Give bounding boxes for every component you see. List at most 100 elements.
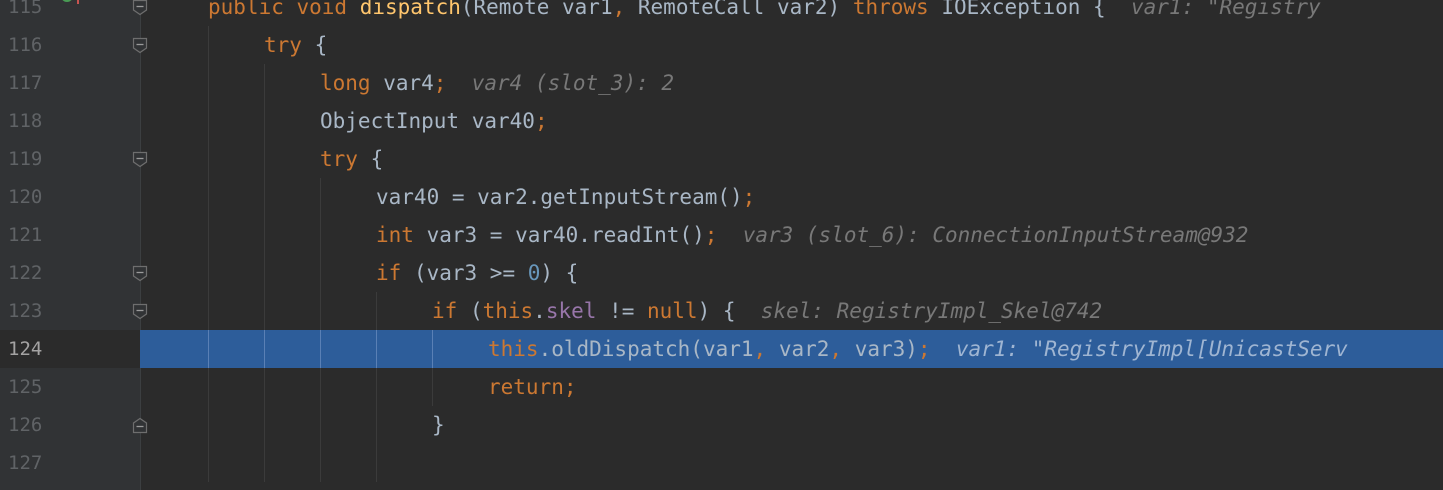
gutter-cell[interactable]: 125 xyxy=(0,368,140,406)
code-line[interactable]: 118 ObjectInput var40; xyxy=(0,102,1443,140)
code-text[interactable]: public void dispatch(Remote var1, Remote… xyxy=(152,0,1321,26)
fold-open-icon[interactable] xyxy=(132,265,148,282)
code-token: throws xyxy=(852,0,942,19)
line-number: 126 xyxy=(8,414,43,436)
gutter-cell[interactable]: 119 xyxy=(0,140,140,178)
code-line[interactable]: 123 if (this.skel != null) { skel: Regist… xyxy=(0,292,1443,330)
code-token: { xyxy=(370,147,384,171)
code-line[interactable]: 116 try { xyxy=(0,26,1443,64)
code-text[interactable]: try { xyxy=(152,26,327,64)
code-token: ; xyxy=(433,71,447,95)
code-token: ; xyxy=(704,223,718,247)
line-number: 115 xyxy=(8,0,43,18)
hint-gap xyxy=(717,223,742,247)
code-token: long xyxy=(320,71,384,95)
hint-gap xyxy=(931,337,956,361)
code-token: return xyxy=(488,375,564,399)
code-text[interactable]: long var4; var4 (slot_3): 2 xyxy=(152,64,674,102)
inline-debug-value[interactable]: var4 (slot_3): 2 xyxy=(472,71,674,95)
code-line[interactable]: 117 long var4; var4 (slot_3): 2 xyxy=(0,64,1443,102)
gutter-cell[interactable]: 123 xyxy=(0,292,140,330)
code-token: .oldDispatch(var1 xyxy=(538,337,754,361)
inline-debug-value[interactable]: var1: "RegistryImpl[UnicastServ xyxy=(956,337,1348,361)
code-token: RemoteCall var2) xyxy=(637,0,853,19)
line-number: 119 xyxy=(8,148,43,170)
line-number: 122 xyxy=(8,262,43,284)
code-text[interactable]: ObjectInput var40; xyxy=(152,102,548,140)
gutter-cell[interactable]: 118 xyxy=(0,102,140,140)
gutter-cell[interactable]: 120 xyxy=(0,178,140,216)
code-token: var3) xyxy=(854,337,918,361)
code-text[interactable]: } xyxy=(152,406,445,444)
gutter-cell[interactable]: 115 xyxy=(0,0,140,26)
inline-debug-value[interactable]: skel: RegistryImpl_Skel@742 xyxy=(761,299,1102,323)
code-token: ; xyxy=(917,337,931,361)
code-token: if xyxy=(376,261,414,285)
code-line[interactable]: 122 if (var3 >= 0) { xyxy=(0,254,1443,292)
indent-guide-selected xyxy=(320,330,321,368)
code-text[interactable]: if (this.skel != null) { skel: RegistryI… xyxy=(152,292,1102,330)
fold-open-icon[interactable] xyxy=(132,37,148,54)
code-token: ; xyxy=(534,109,548,133)
fold-open-icon[interactable] xyxy=(132,151,148,168)
indent-guide xyxy=(264,64,265,482)
code-token: ; xyxy=(742,185,756,209)
code-line[interactable]: 127 xyxy=(0,444,1443,482)
code-token: IOException { xyxy=(941,0,1106,19)
code-token: this xyxy=(488,337,539,361)
indent-guide-selected xyxy=(264,330,265,368)
code-text[interactable]: var40 = var2.getInputStream(); xyxy=(152,178,755,216)
code-text[interactable]: if (var3 >= 0) { xyxy=(152,254,578,292)
code-token: skel xyxy=(545,299,597,323)
code-line[interactable]: 119 try { xyxy=(0,140,1443,178)
code-token: var40 = var2.getInputStream() xyxy=(376,185,743,209)
inline-debug-value[interactable]: var1: "Registry xyxy=(1131,0,1321,19)
gutter-cell[interactable]: 124 xyxy=(0,330,140,368)
code-text[interactable]: int var3 = var40.readInt(); var3 (slot_6… xyxy=(152,216,1248,254)
fold-open-icon[interactable] xyxy=(132,303,148,320)
indent-guide-selected xyxy=(432,330,433,368)
code-token: . xyxy=(533,299,546,323)
inline-debug-value[interactable]: var3 (slot_6): ConnectionInputStream@932 xyxy=(743,223,1249,247)
line-number: 120 xyxy=(8,186,43,208)
code-text[interactable]: try { xyxy=(152,140,383,178)
implements-method-icon[interactable] xyxy=(60,0,80,4)
gutter-cell[interactable]: 117 xyxy=(0,64,140,102)
code-line[interactable]: 125 return; xyxy=(0,368,1443,406)
line-number: 117 xyxy=(8,72,43,94)
gutter-cell[interactable]: 127 xyxy=(0,444,140,482)
code-token: ( xyxy=(469,299,483,323)
gutter-cell[interactable]: 121 xyxy=(0,216,140,254)
gutter-cell[interactable]: 126 xyxy=(0,406,140,444)
line-number: 116 xyxy=(8,34,43,56)
code-token: != xyxy=(596,299,647,323)
code-text[interactable]: this.oldDispatch(var1, var2, var3); var1… xyxy=(152,330,1348,368)
code-line-current[interactable]: 124 this.oldDispatch(var1, var2, var3); v… xyxy=(0,330,1443,368)
fold-open-icon[interactable] xyxy=(132,0,148,16)
code-editor[interactable]: 115 public void dispatch(Remote var1, Rem… xyxy=(0,0,1443,490)
line-number: 124 xyxy=(8,338,43,360)
line-number: 123 xyxy=(8,300,43,322)
code-line[interactable]: 115 public void dispatch(Remote var1, Rem… xyxy=(0,0,1443,26)
code-token: dispatch xyxy=(359,0,461,19)
code-token: (Remote var1 xyxy=(460,0,613,19)
hint-gap xyxy=(736,299,761,323)
line-number: 121 xyxy=(8,224,43,246)
indent-guide xyxy=(376,292,377,482)
code-line[interactable]: 126} xyxy=(0,406,1443,444)
indent-guide xyxy=(208,26,209,482)
code-token: try xyxy=(320,147,371,171)
code-token: (var3 >= xyxy=(413,261,528,285)
code-text[interactable]: return; xyxy=(152,368,577,406)
code-token: null xyxy=(646,299,698,323)
code-token: , xyxy=(829,337,855,361)
line-number: 127 xyxy=(8,452,43,474)
gutter-cell[interactable]: 122 xyxy=(0,254,140,292)
code-line[interactable]: 121 int var3 = var40.readInt(); var3 (slo… xyxy=(0,216,1443,254)
code-token: var3 = var40.readInt() xyxy=(426,223,705,247)
code-token: ) { xyxy=(540,261,579,285)
code-token: this xyxy=(482,299,534,323)
code-line[interactable]: 120 var40 = var2.getInputStream(); xyxy=(0,178,1443,216)
fold-close-icon[interactable] xyxy=(132,417,148,434)
gutter-cell[interactable]: 116 xyxy=(0,26,140,64)
